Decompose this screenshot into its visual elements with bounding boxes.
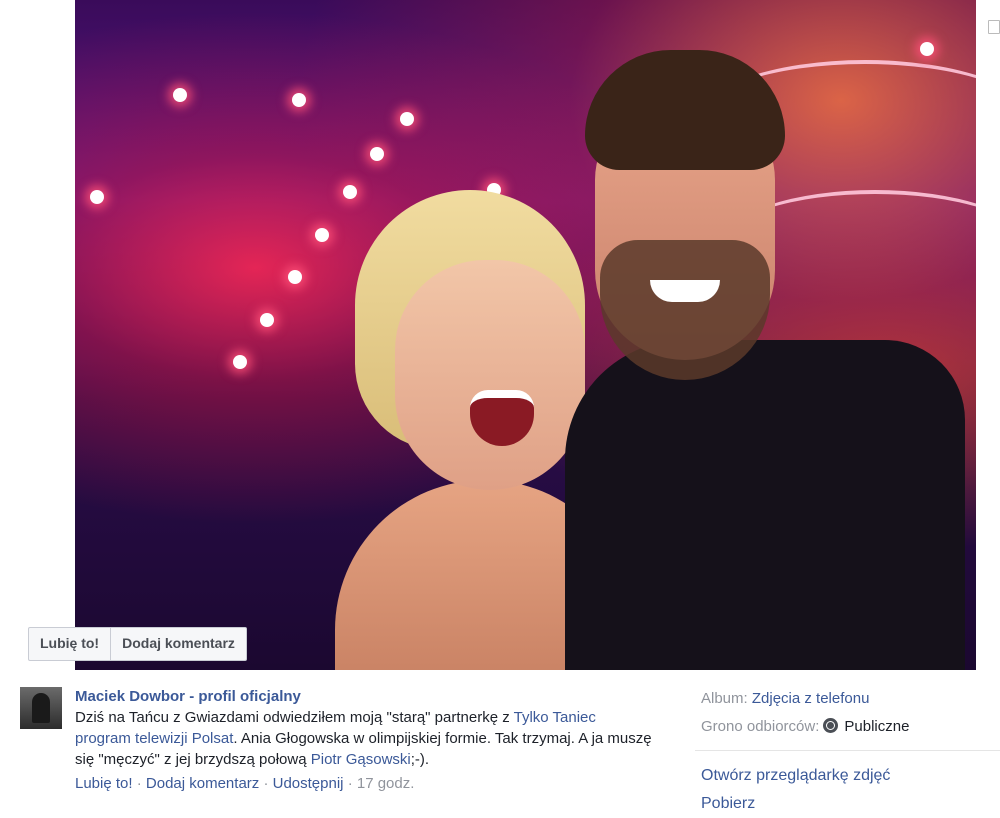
- photo[interactable]: [75, 0, 976, 670]
- like-link[interactable]: Lubię to!: [75, 775, 133, 792]
- post-text: Dziś na Tańcu z Gwiazdami odwiedziłem mo…: [75, 707, 655, 770]
- man-shirt: [565, 340, 965, 670]
- photo-links: Otwórz przeglądarkę zdjęć Pobierz: [701, 762, 890, 818]
- photo-info: Album: Zdjęcia z telefonu Grono odbiorcó…: [701, 685, 991, 741]
- photo-actions: Lubię to! Dodaj komentarz: [28, 627, 247, 661]
- expand-icon[interactable]: [988, 20, 1000, 34]
- open-photo-viewer-link[interactable]: Otwórz przeglądarkę zdjęć: [701, 762, 890, 790]
- separator: ·: [263, 775, 269, 792]
- post: Maciek Dowbor - profil oficjalny Dziś na…: [0, 670, 1000, 812]
- avatar[interactable]: [20, 687, 62, 729]
- album-row: Album: Zdjęcia z telefonu: [701, 685, 991, 713]
- post-text-part: Dziś na Tańcu z Gwiazdami odwiedziłem mo…: [75, 709, 514, 726]
- photo-area: Lubię to! Dodaj komentarz: [0, 0, 1000, 670]
- stage-light: [173, 88, 187, 102]
- photo-comment-button[interactable]: Dodaj komentarz: [110, 628, 246, 660]
- author-name[interactable]: Maciek Dowbor - profil oficjalny: [75, 686, 655, 707]
- stage-light: [400, 112, 414, 126]
- post-actions: Lubię to! · Dodaj komentarz · Udostępnij…: [75, 773, 655, 794]
- man-hair: [585, 50, 785, 170]
- stage-light: [233, 355, 247, 369]
- globe-icon[interactable]: [823, 718, 839, 733]
- post-body: Maciek Dowbor - profil oficjalny Dziś na…: [75, 686, 655, 794]
- stage-light: [370, 147, 384, 161]
- stage-light: [90, 190, 104, 204]
- separator: ·: [136, 775, 142, 792]
- post-text-part: ;-).: [410, 751, 430, 768]
- download-link[interactable]: Pobierz: [701, 790, 890, 818]
- comment-link[interactable]: Dodaj komentarz: [146, 775, 259, 792]
- share-link[interactable]: Udostępnij: [273, 775, 344, 792]
- separator: ·: [347, 775, 353, 792]
- person-link[interactable]: Piotr Gąsowski: [311, 751, 411, 768]
- stage-light: [292, 93, 306, 107]
- stage-light: [288, 270, 302, 284]
- photo-like-button[interactable]: Lubię to!: [29, 628, 110, 660]
- man-figure: [545, 50, 965, 670]
- audience-label: Grono odbiorców:: [701, 718, 820, 735]
- man-smile: [650, 280, 720, 302]
- stage-light: [260, 313, 274, 327]
- audience-value[interactable]: Publiczne: [844, 718, 909, 735]
- album-link[interactable]: Zdjęcia z telefonu: [752, 690, 870, 707]
- divider: [695, 750, 1000, 751]
- timestamp[interactable]: 17 godz.: [357, 775, 415, 792]
- album-label: Album:: [701, 690, 748, 707]
- stage-light: [315, 228, 329, 242]
- audience-row: Grono odbiorców: Publiczne: [701, 713, 991, 741]
- avatar-person-icon: [32, 693, 50, 723]
